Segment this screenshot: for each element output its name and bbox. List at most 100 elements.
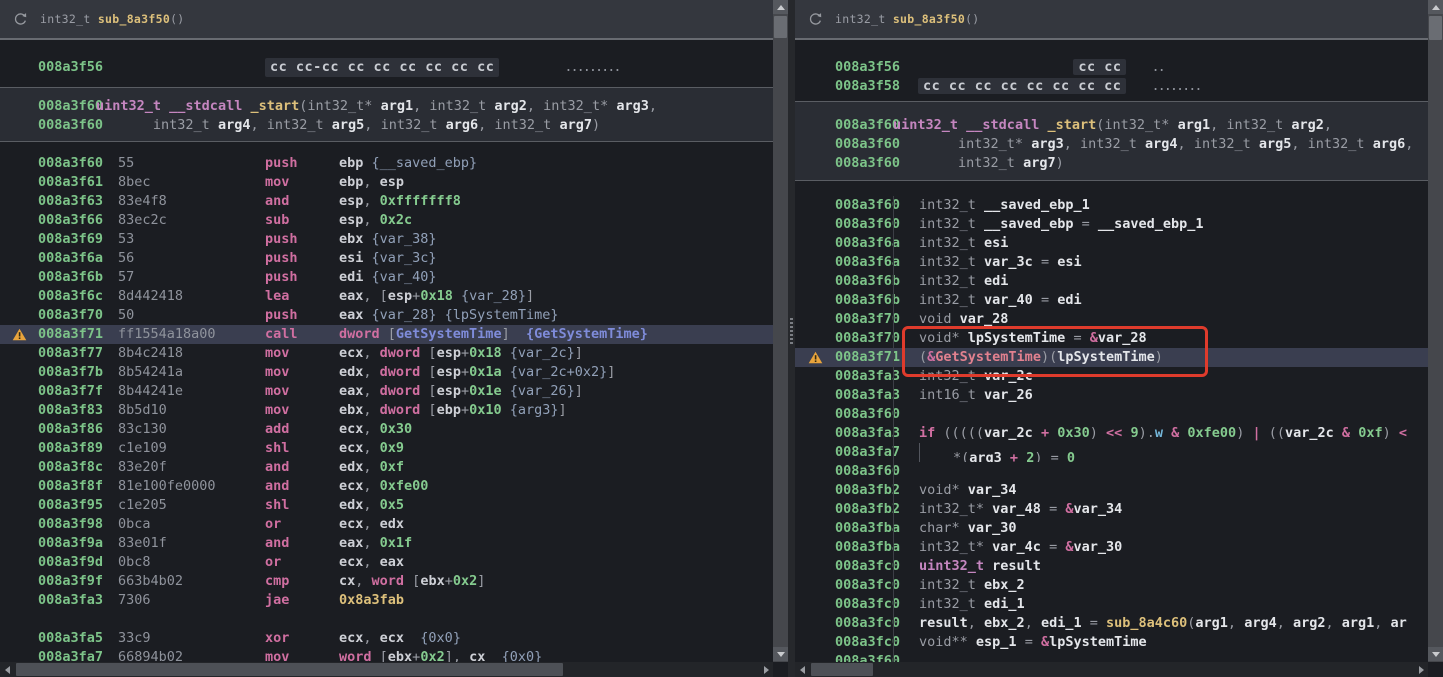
disasm-row[interactable]: 008a3fa533c9xorecx, ecx {0x0} [0, 629, 773, 648]
hlil-row[interactable]: 008a3fb2int32_t* var_48 = &var_34 [795, 500, 1428, 519]
scroll-left-button[interactable] [795, 662, 809, 677]
row-address[interactable]: 008a3f6b [38, 268, 118, 287]
scroll-down-button[interactable] [773, 647, 788, 661]
row-address[interactable]: 008a3f7f [38, 382, 118, 401]
disasm-row[interactable]: 008a3f6953pushebx {var_38} [0, 230, 773, 249]
signature-row[interactable]: 008a3f60 int32_t arg7) [795, 154, 1428, 173]
row-address[interactable]: 008a3f60 [835, 154, 893, 173]
vertical-scroll-thumb[interactable] [774, 16, 787, 38]
row-address[interactable]: 008a3f6b [835, 272, 893, 291]
hlil-row[interactable]: 008a3fb2void* var_34 [795, 481, 1428, 500]
hex-row[interactable]: 008a3f56cc cc-cc cc cc cc cc cc cc......… [0, 58, 773, 77]
row-address[interactable]: 008a3fa3 [835, 424, 893, 443]
hlil-row[interactable]: 008a3f6bint32_t edi [795, 272, 1428, 291]
row-address[interactable]: 008a3f70 [38, 306, 118, 325]
row-address[interactable]: 008a3f6a [835, 253, 893, 272]
refresh-icon[interactable] [13, 12, 28, 27]
row-address[interactable]: 008a3fba [835, 519, 893, 538]
hlil-row[interactable]: 008a3f60 [795, 652, 1428, 662]
disasm-row[interactable]: 008a3f618becmovebp, esp [0, 173, 773, 192]
row-address[interactable]: 008a3fa5 [38, 629, 118, 648]
disasm-row[interactable]: 008a3f9f663b4b02cmpcx, word [ebx+0x2] [0, 572, 773, 591]
row-address[interactable]: 008a3f77 [38, 344, 118, 363]
row-address[interactable]: 008a3f60 [835, 405, 893, 424]
row-address[interactable]: 008a3f66 [38, 211, 118, 230]
row-address[interactable]: 008a3fa3 [835, 386, 893, 405]
row-address[interactable]: 008a3f60 [835, 462, 893, 481]
scroll-left-button[interactable] [0, 662, 14, 677]
vertical-scroll-thumb[interactable] [1429, 16, 1442, 40]
signature-row[interactable]: 008a3f60uint32_t __stdcall _start(int32_… [795, 116, 1428, 135]
disasm-row[interactable]: 008a3f6055pushebp {__saved_ebp} [0, 154, 773, 173]
row-address[interactable]: 008a3f71 [835, 348, 893, 367]
disasm-row[interactable] [0, 610, 773, 629]
hlil-row[interactable]: 008a3f6bint32_t var_40 = edi [795, 291, 1428, 310]
signature-row[interactable]: 008a3f60uint32_t __stdcall _start(int32_… [0, 97, 773, 116]
row-address[interactable]: 008a3f6b [835, 291, 893, 310]
row-address[interactable]: 008a3f6c [38, 287, 118, 306]
hlil-row[interactable]: 008a3fc0void** esp_1 = &lpSystemTime [795, 633, 1428, 652]
hlil-row[interactable]: 008a3f6aint32_t var_3c = esi [795, 253, 1428, 272]
hlil-row[interactable]: 008a3f60int32_t __saved_ebp_1 [795, 196, 1428, 215]
vertical-scrollbar-right[interactable] [1428, 0, 1443, 662]
hlil-row[interactable]: 008a3fbachar* var_30 [795, 519, 1428, 538]
row-address[interactable]: 008a3f7b [38, 363, 118, 382]
scroll-up-button[interactable] [1428, 0, 1443, 14]
row-address[interactable]: 008a3fa7 [38, 648, 118, 662]
hlil-row[interactable]: 008a3fa3int32_t var_2c [795, 367, 1428, 386]
hlil-row[interactable]: 008a3fc0result, ebx_2, edi_1 = sub_8a4c6… [795, 614, 1428, 633]
row-address[interactable]: 008a3f60 [835, 215, 893, 234]
hlil-row[interactable]: 008a3fbaint32_t* var_4c = &var_30 [795, 538, 1428, 557]
hlil-row[interactable]: 008a3f60int32_t __saved_ebp = __saved_eb… [795, 215, 1428, 234]
row-address[interactable]: 008a3f9f [38, 572, 118, 591]
row-address[interactable]: 008a3f70 [835, 329, 893, 348]
hex-row[interactable]: 008a3f58cc cc cc cc cc cc cc cc........ [795, 77, 1428, 96]
row-address[interactable]: 008a3f9a [38, 534, 118, 553]
row-address[interactable]: 008a3fc0 [835, 595, 893, 614]
disasm-row[interactable]: 008a3f778b4c2418movecx, dword [esp+0x18 … [0, 344, 773, 363]
row-address[interactable]: 008a3f60 [38, 97, 96, 116]
horizontal-scroll-thumb[interactable] [16, 663, 563, 676]
row-address[interactable]: 008a3f60 [835, 135, 893, 154]
hlil-row[interactable]: 008a3fc0int32_t ebx_2 [795, 576, 1428, 595]
row-address[interactable]: 008a3fc0 [835, 614, 893, 633]
hlil-row[interactable]: 008a3f70void var_28 [795, 310, 1428, 329]
row-address[interactable]: 008a3f98 [38, 515, 118, 534]
horizontal-scrollbar-left[interactable] [0, 662, 773, 677]
scroll-right-button[interactable] [759, 662, 773, 677]
disasm-row[interactable]: 008a3f7050pusheax {var_28} {lpSystemTime… [0, 306, 773, 325]
row-address[interactable]: 008a3f60 [835, 652, 893, 662]
row-address[interactable]: 008a3f61 [38, 173, 118, 192]
disasm-row[interactable]: 008a3f71ff1554a18a00calldword [GetSystem… [0, 325, 773, 344]
disasm-row[interactable]: 008a3f9a83e01fandeax, 0x1f [0, 534, 773, 553]
signature-row[interactable]: 008a3f60 int32_t arg4, int32_t arg5, int… [0, 116, 773, 135]
row-address[interactable]: 008a3f6a [38, 249, 118, 268]
row-address[interactable]: 008a3fb2 [835, 500, 893, 519]
horizontal-scrollbar-right[interactable] [795, 662, 1428, 677]
disasm-row[interactable]: 008a3f980bcaorecx, edx [0, 515, 773, 534]
row-address[interactable]: 008a3f58 [835, 77, 893, 96]
disasm-row[interactable]: 008a3fa37306jae0x8a3fab [0, 591, 773, 610]
scroll-up-button[interactable] [773, 0, 788, 14]
disasm-row[interactable]: 008a3f6b57pushedi {var_40} [0, 268, 773, 287]
row-address[interactable]: 008a3f8c [38, 458, 118, 477]
disasm-row[interactable]: 008a3f6383e4f8andesp, 0xfffffff8 [0, 192, 773, 211]
row-address[interactable]: 008a3f83 [38, 401, 118, 420]
row-address[interactable]: 008a3f60 [38, 116, 96, 135]
row-address[interactable]: 008a3f56 [38, 58, 118, 77]
disasm-row[interactable]: 008a3f7b8b54241amovedx, dword [esp+0x1a … [0, 363, 773, 382]
disasm-row[interactable]: 008a3f95c1e205shledx, 0x5 [0, 496, 773, 515]
row-address[interactable]: 008a3f71 [38, 325, 118, 344]
hlil-row[interactable]: 008a3fc0uint32_t result [795, 557, 1428, 576]
scroll-right-button[interactable] [1414, 662, 1428, 677]
hlil-row[interactable]: 008a3fc0int32_t edi_1 [795, 595, 1428, 614]
row-address[interactable]: 008a3fa3 [835, 367, 893, 386]
pane-splitter[interactable] [788, 0, 795, 677]
disasm-row[interactable]: 008a3f8c83e20fandedx, 0xf [0, 458, 773, 477]
hlil-row[interactable]: 008a3f6aint32_t esi [795, 234, 1428, 253]
row-address[interactable]: 008a3fa3 [38, 591, 118, 610]
row-address[interactable]: 008a3fb2 [835, 481, 893, 500]
row-address[interactable]: 008a3f60 [835, 116, 893, 135]
row-address[interactable]: 008a3f86 [38, 420, 118, 439]
disasm-row[interactable]: 008a3f89c1e109shlecx, 0x9 [0, 439, 773, 458]
